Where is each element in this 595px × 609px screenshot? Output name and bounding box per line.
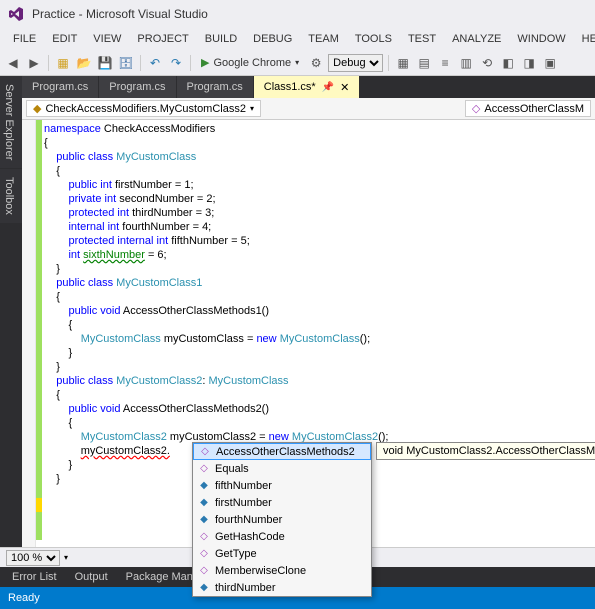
doc-tab-label: Class1.cs*	[264, 81, 316, 93]
method-icon: ◇	[197, 564, 211, 578]
config-select[interactable]: Debug	[328, 54, 383, 72]
intellisense-label: AccessOtherClassMethods2	[216, 446, 355, 458]
field-icon: ◆	[197, 513, 211, 527]
intellisense-label: thirdNumber	[215, 582, 276, 594]
menu-view[interactable]: VIEW	[86, 31, 128, 47]
intellisense-label: GetHashCode	[215, 531, 285, 543]
tool-btn-5[interactable]: ⟲	[478, 54, 496, 72]
play-icon: ▶	[201, 56, 209, 69]
intellisense-item[interactable]: ◆ firstNumber	[193, 494, 371, 511]
menu-build[interactable]: BUILD	[198, 31, 244, 47]
close-icon[interactable]: ✕	[340, 81, 349, 94]
bottom-tab-output[interactable]: Output	[67, 569, 116, 585]
menu-analyze[interactable]: ANALYZE	[445, 31, 508, 47]
doc-tab-label: Program.cs	[109, 81, 165, 93]
intellisense-item[interactable]: ◇ MemberwiseClone	[193, 562, 371, 579]
field-icon: ◆	[197, 496, 211, 510]
field-icon: ◆	[197, 479, 211, 493]
tool-btn-3[interactable]: ≡	[436, 54, 454, 72]
intellisense-item[interactable]: ◇ Equals	[193, 460, 371, 477]
menu-team[interactable]: TEAM	[301, 31, 346, 47]
menu-project[interactable]: PROJECT	[130, 31, 195, 47]
method-icon: ◇	[197, 530, 211, 544]
menu-bar: FILEEDITVIEWPROJECTBUILDDEBUGTEAMTOOLSTE…	[0, 28, 595, 50]
field-icon: ◆	[197, 581, 211, 595]
doc-tab[interactable]: Program.cs	[22, 76, 99, 98]
redo-button[interactable]: ↷	[167, 54, 185, 72]
bottom-tab-error-list[interactable]: Error List	[4, 569, 65, 585]
run-browser-dropdown[interactable]: ▶ Google Chrome ▾	[196, 55, 304, 70]
status-text: Ready	[8, 592, 40, 604]
doc-tab-label: Program.cs	[187, 81, 243, 93]
menu-file[interactable]: FILE	[6, 31, 43, 47]
intellisense-label: MemberwiseClone	[215, 565, 306, 577]
side-tab-server-explorer[interactable]: Server Explorer	[0, 76, 22, 168]
method-icon: ◇	[197, 547, 211, 561]
zoom-select[interactable]: 100 %	[6, 550, 60, 566]
nav-class-dropdown[interactable]: ◆ CheckAccessModifiers.MyCustomClass2 ▾	[26, 100, 261, 117]
title-bar: Practice - Microsoft Visual Studio	[0, 0, 595, 28]
doc-tab[interactable]: Program.cs	[99, 76, 176, 98]
menu-edit[interactable]: EDIT	[45, 31, 84, 47]
side-tab-well: Server ExplorerToolbox	[0, 76, 22, 547]
tool-btn-2[interactable]: ▤	[415, 54, 433, 72]
intellisense-label: fourthNumber	[215, 514, 282, 526]
nav-fwd-button[interactable]: ▶	[25, 54, 43, 72]
intellisense-label: GetType	[215, 548, 257, 560]
doc-tab[interactable]: Class1.cs* 📌 ✕	[254, 76, 361, 98]
method-icon: ◇	[472, 102, 480, 115]
method-icon: ◇	[198, 445, 212, 459]
intellisense-tooltip: void MyCustomClass2.AccessOtherClassMeth…	[376, 442, 595, 460]
tool-btn-7[interactable]: ◨	[520, 54, 538, 72]
tool-btn-8[interactable]: ▣	[541, 54, 559, 72]
intellisense-popup[interactable]: ◇AccessOtherClassMethods2◇Equals◆fifthNu…	[192, 442, 372, 597]
intellisense-item[interactable]: ◆ fourthNumber	[193, 511, 371, 528]
menu-test[interactable]: TEST	[401, 31, 443, 47]
save-button[interactable]: 💾	[96, 54, 114, 72]
new-project-button[interactable]: ▦	[54, 54, 72, 72]
intellisense-item[interactable]: ◆ fifthNumber	[193, 477, 371, 494]
intellisense-label: fifthNumber	[215, 480, 272, 492]
tool-btn-6[interactable]: ◧	[499, 54, 517, 72]
vs-logo-icon	[8, 6, 24, 22]
window-title: Practice - Microsoft Visual Studio	[32, 7, 208, 21]
nav-back-button[interactable]: ◀	[4, 54, 22, 72]
doc-tab-label: Program.cs	[32, 81, 88, 93]
class-icon: ◆	[33, 102, 41, 115]
pin-icon[interactable]: 📌	[322, 82, 334, 93]
menu-tools[interactable]: TOOLS	[348, 31, 399, 47]
menu-debug[interactable]: DEBUG	[246, 31, 299, 47]
outline-gutter[interactable]	[22, 120, 36, 547]
tool-btn-1[interactable]: ▦	[394, 54, 412, 72]
undo-button[interactable]: ↶	[146, 54, 164, 72]
document-tabs: Program.cs Program.cs Program.cs Class1.cs*…	[22, 76, 595, 98]
intellisense-item[interactable]: ◇ GetHashCode	[193, 528, 371, 545]
menu-help[interactable]: HELP	[575, 31, 595, 47]
tool-btn-4[interactable]: ▥	[457, 54, 475, 72]
intellisense-item[interactable]: ◆ thirdNumber	[193, 579, 371, 596]
intellisense-item[interactable]: ◇ GetType	[193, 545, 371, 562]
method-icon: ◇	[197, 462, 211, 476]
intellisense-label: Equals	[215, 463, 249, 475]
nav-bar: ◆ CheckAccessModifiers.MyCustomClass2 ▾ …	[22, 98, 595, 120]
toolbar: ◀ ▶ ▦ 📂 💾 🗄 ↶ ↷ ▶ Google Chrome ▾ ⚙ Debu…	[0, 50, 595, 76]
intellisense-item[interactable]: ◇ AccessOtherClassMethods2	[193, 443, 371, 460]
doc-tab[interactable]: Program.cs	[177, 76, 254, 98]
intellisense-label: firstNumber	[215, 497, 272, 509]
save-all-button[interactable]: 🗄	[117, 54, 135, 72]
menu-window[interactable]: WINDOW	[510, 31, 572, 47]
nav-member-dropdown[interactable]: ◇ AccessOtherClassM	[465, 100, 591, 117]
browser-config-button[interactable]: ⚙	[307, 54, 325, 72]
side-tab-toolbox[interactable]: Toolbox	[0, 169, 22, 223]
open-file-button[interactable]: 📂	[75, 54, 93, 72]
